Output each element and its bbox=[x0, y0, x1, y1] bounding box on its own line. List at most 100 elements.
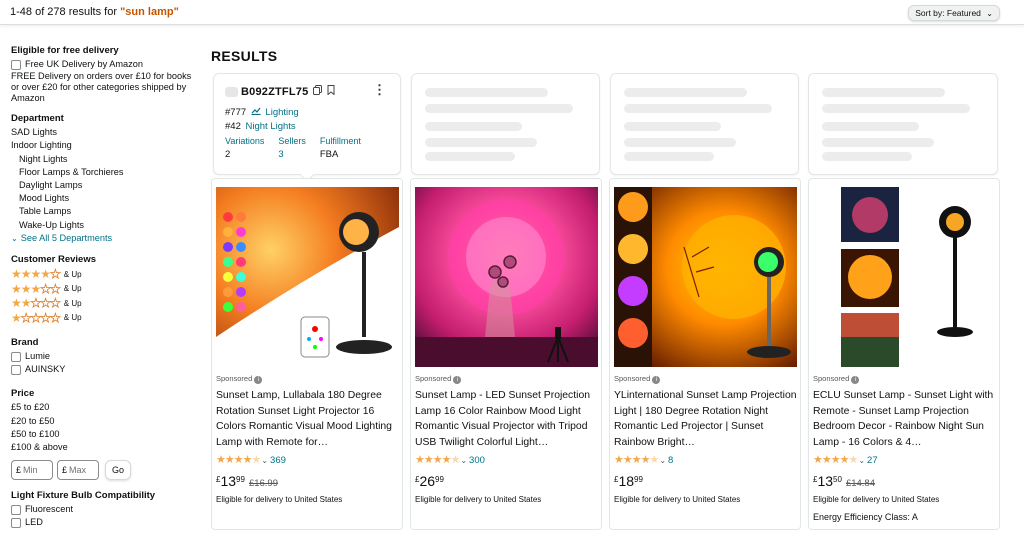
checkbox[interactable] bbox=[11, 518, 21, 529]
loading-card bbox=[411, 73, 600, 175]
product-title[interactable]: Sunset Lamp - LED Sunset Projection Lamp… bbox=[415, 388, 598, 450]
price-range-option[interactable]: £5 to £20 bbox=[11, 401, 201, 414]
star-rating-icon: ★★★★★ bbox=[11, 281, 61, 296]
sort-dropdown[interactable]: Sort by: Featured ⌄ bbox=[908, 5, 1000, 21]
trend-chart-icon bbox=[251, 107, 264, 118]
product-image[interactable] bbox=[614, 187, 797, 367]
more-options-icon[interactable]: ⋮ bbox=[373, 82, 386, 98]
product-title[interactable]: Sunset Lamp, Lullabala 180 Degree Rotati… bbox=[216, 388, 399, 450]
department-heading: Department bbox=[11, 113, 64, 125]
checkbox[interactable] bbox=[11, 59, 21, 70]
rank-category-link[interactable]: Lighting bbox=[265, 107, 298, 118]
star-rating-icon: ★★★★★ bbox=[614, 454, 659, 466]
chevron-down-icon: ⌄ bbox=[11, 233, 18, 243]
sponsored-label: Sponsored i bbox=[813, 374, 860, 384]
price-heading: Price bbox=[11, 388, 35, 400]
max-price-input[interactable]: £ Max bbox=[57, 460, 99, 481]
star-rating-icon: ★★★★★ bbox=[415, 454, 460, 466]
free-uk-delivery-filter[interactable]: Free UK Delivery by Amazon bbox=[11, 58, 201, 71]
sponsored-label: Sponsored i bbox=[216, 374, 263, 384]
asin-text: B092ZTFL75 bbox=[241, 85, 309, 98]
product-title[interactable]: YLinternational Sunset Lamp Projection L… bbox=[614, 388, 797, 450]
sponsored-label: Sponsored i bbox=[614, 374, 661, 384]
product-insight-card: B092ZTFL75 ⋮ #777 Lighting #42 Night Lig… bbox=[213, 73, 401, 183]
loading-card bbox=[610, 73, 799, 175]
free-delivery-heading: Eligible for free delivery bbox=[11, 45, 119, 56]
price-range-option[interactable]: £50 to £100 bbox=[11, 428, 201, 441]
department-item[interactable]: Mood Lights bbox=[11, 192, 201, 205]
chevron-down-icon: ⌄ bbox=[261, 455, 269, 465]
checkbox[interactable] bbox=[11, 504, 21, 515]
product-card[interactable]: Sponsored i YLinternational Sunset Lamp P… bbox=[609, 178, 801, 530]
product-image[interactable] bbox=[813, 187, 996, 367]
review-filter-4-up[interactable]: ★★★★★ & Up bbox=[11, 267, 201, 282]
star-rating-icon: ★★★★★ bbox=[11, 310, 61, 325]
delivery-eligibility: Eligible for delivery to United States bbox=[813, 495, 940, 504]
product-title[interactable]: ECLU Sunset Lamp - Sunset Light with Rem… bbox=[813, 388, 996, 450]
energy-efficiency-label: Energy Efficiency Class: A bbox=[813, 512, 918, 522]
product-rating[interactable]: ★★★★★ ⌄ 300 bbox=[415, 453, 485, 468]
list-price: £14.84 bbox=[845, 478, 875, 489]
product-price: £26 99 bbox=[415, 473, 444, 489]
department-item[interactable]: Indoor Lighting bbox=[11, 139, 201, 152]
loading-card bbox=[808, 73, 998, 175]
copy-icon[interactable] bbox=[313, 85, 323, 98]
info-icon[interactable]: i bbox=[652, 376, 661, 384]
results-count: 1-48 of 278 results for "sun lamp" bbox=[10, 6, 179, 18]
sort-value: Featured bbox=[946, 8, 981, 18]
delivery-eligibility: Eligible for delivery to United States bbox=[614, 495, 741, 504]
department-item[interactable]: Table Lamps bbox=[11, 205, 201, 218]
review-count[interactable]: 8 bbox=[668, 455, 673, 466]
custom-price-range: £ Min £ Max Go bbox=[11, 460, 201, 481]
brand-heading: Brand bbox=[11, 337, 39, 349]
department-item[interactable]: Wake-Up Lights bbox=[11, 219, 201, 232]
department-item[interactable]: SAD Lights bbox=[11, 126, 201, 139]
variations-stat: Variations 2 bbox=[225, 136, 265, 160]
product-rating[interactable]: ★★★★★ ⌄ 369 bbox=[216, 453, 286, 468]
sellers-stat[interactable]: Sellers 3 bbox=[278, 136, 306, 160]
info-icon[interactable]: i bbox=[851, 376, 860, 384]
review-count[interactable]: 27 bbox=[867, 455, 878, 466]
product-rating[interactable]: ★★★★★ ⌄ 8 bbox=[614, 453, 673, 468]
list-price: £16.99 bbox=[248, 478, 278, 489]
product-card[interactable]: Sponsored i Sunset Lamp, Lullabala 180 De… bbox=[211, 178, 403, 530]
brand-filter-auinsky[interactable]: AUINSKY bbox=[11, 363, 201, 376]
bookmark-icon[interactable] bbox=[327, 85, 335, 98]
review-filter-1-up[interactable]: ★★★★★ & Up bbox=[11, 310, 201, 326]
checkbox[interactable] bbox=[11, 351, 21, 362]
star-rating-icon: ★★★★★ bbox=[813, 454, 858, 466]
delivery-eligibility: Eligible for delivery to United States bbox=[216, 495, 343, 504]
sponsored-label: Sponsored i bbox=[415, 374, 462, 384]
department-item[interactable]: Night Lights bbox=[11, 153, 201, 166]
rank-category-link[interactable]: Night Lights bbox=[246, 121, 296, 132]
department-item[interactable]: Daylight Lamps bbox=[11, 179, 201, 192]
review-count[interactable]: 300 bbox=[469, 455, 485, 466]
fulfillment-stat: Fulfillment FBA bbox=[319, 136, 361, 160]
bulb-filter-led[interactable]: LED bbox=[11, 516, 201, 529]
review-count[interactable]: 369 bbox=[270, 455, 286, 466]
product-card[interactable]: Sponsored i ECLU Sunset Lamp - Sunset Lig… bbox=[808, 178, 1000, 530]
delivery-eligibility: Eligible for delivery to United States bbox=[415, 495, 542, 504]
price-range-option[interactable]: £100 & above bbox=[11, 441, 201, 454]
review-filter-3-up[interactable]: ★★★★★ & Up bbox=[11, 281, 201, 297]
rank-night-lights: #42 Night Lights bbox=[225, 121, 296, 132]
brand-filter-lumie[interactable]: Lumie bbox=[11, 350, 201, 363]
checkbox[interactable] bbox=[11, 364, 21, 375]
chevron-down-icon: ⌄ bbox=[460, 455, 468, 465]
department-item[interactable]: Floor Lamps & Torchieres bbox=[11, 166, 201, 179]
price-range-option[interactable]: £20 to £50 bbox=[11, 415, 201, 428]
price-go-button[interactable]: Go bbox=[105, 460, 131, 481]
info-icon[interactable]: i bbox=[453, 376, 462, 384]
see-all-departments-link[interactable]: ⌄ See All 5 Departments bbox=[11, 232, 201, 245]
search-query: "sun lamp" bbox=[120, 6, 179, 18]
product-card[interactable]: Sponsored i Sunset Lamp - LED Sunset Proj… bbox=[410, 178, 602, 530]
bulb-filter-fluorescent[interactable]: Fluorescent bbox=[11, 503, 201, 516]
results-heading: RESULTS bbox=[211, 48, 278, 64]
product-rating[interactable]: ★★★★★ ⌄ 27 bbox=[813, 453, 878, 468]
min-price-input[interactable]: £ Min bbox=[11, 460, 53, 481]
product-image[interactable] bbox=[216, 187, 399, 367]
review-filter-2-up[interactable]: ★★★★★ & Up bbox=[11, 296, 201, 311]
product-image[interactable] bbox=[415, 187, 598, 367]
star-rating-icon: ★★★★★ bbox=[11, 296, 61, 311]
info-icon[interactable]: i bbox=[254, 376, 263, 384]
